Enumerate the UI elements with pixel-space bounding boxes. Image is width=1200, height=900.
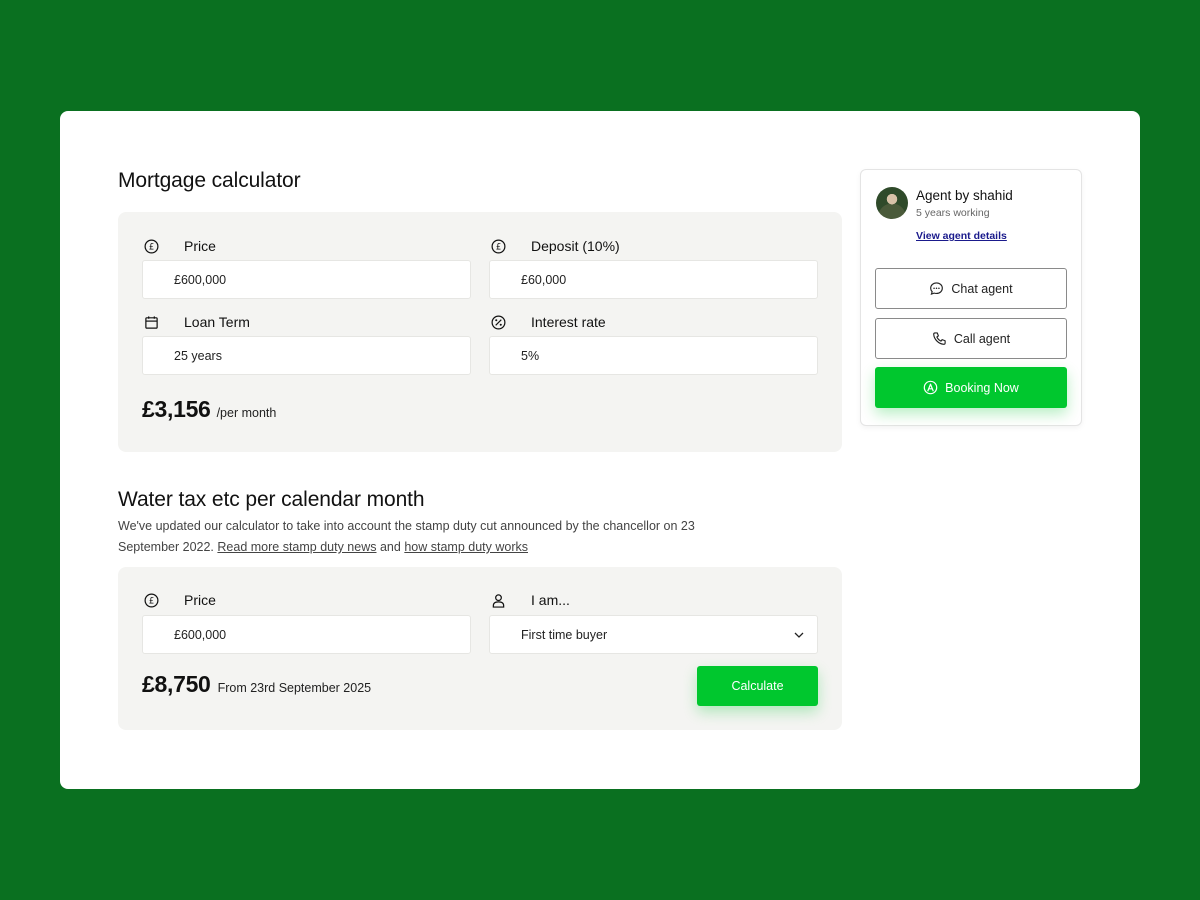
- chat-icon: [929, 281, 944, 296]
- water-price-label: £ Price: [143, 592, 216, 608]
- price-label-text: Price: [184, 238, 216, 254]
- chat-agent-button[interactable]: Chat agent: [875, 268, 1067, 309]
- loan-term-label: Loan Term: [143, 314, 250, 330]
- stamp-duty-news-link[interactable]: Read more stamp duty news: [217, 540, 376, 554]
- water-tax-panel: £ Price £600,000 I am... First time buye…: [118, 567, 842, 730]
- main-card: Mortgage calculator £ Price £600,000 £ D…: [60, 111, 1140, 789]
- how-stamp-duty-works-link[interactable]: how stamp duty works: [404, 540, 528, 554]
- mortgage-title: Mortgage calculator: [118, 169, 301, 192]
- chevron-down-icon: [793, 629, 805, 644]
- view-agent-details-link[interactable]: View agent details: [916, 230, 1007, 242]
- interest-label: Interest rate: [490, 314, 606, 330]
- svg-text:£: £: [148, 241, 153, 251]
- booking-now-label: Booking Now: [945, 380, 1019, 395]
- monthly-suffix: /per month: [216, 406, 277, 420]
- booking-now-button[interactable]: Booking Now: [875, 367, 1067, 408]
- water-tax-amount: £8,750: [142, 671, 211, 697]
- price-input[interactable]: £600,000: [142, 260, 471, 299]
- buyer-type-select[interactable]: First time buyer: [489, 615, 818, 654]
- calendar-icon: [143, 314, 159, 330]
- agent-experience: 5 years working: [916, 207, 990, 219]
- water-tax-note: From 23rd September 2025: [217, 681, 372, 695]
- interest-input[interactable]: 5%: [489, 336, 818, 375]
- loan-term-input[interactable]: 25 years: [142, 336, 471, 375]
- phone-icon: [932, 331, 947, 346]
- pound-icon: £: [143, 592, 159, 608]
- avatar: [876, 187, 908, 219]
- svg-text:£: £: [495, 241, 500, 251]
- deposit-label: £ Deposit (10%): [490, 238, 620, 254]
- iam-label-text: I am...: [531, 592, 570, 608]
- mortgage-panel: £ Price £600,000 £ Deposit (10%) £60,000…: [118, 212, 842, 452]
- water-price-input[interactable]: £600,000: [142, 615, 471, 654]
- buyer-type-value: First time buyer: [521, 627, 608, 642]
- booking-icon: [923, 380, 938, 395]
- pound-icon: £: [490, 238, 506, 254]
- percent-icon: [490, 314, 506, 330]
- call-agent-button[interactable]: Call agent: [875, 318, 1067, 359]
- deposit-input[interactable]: £60,000: [489, 260, 818, 299]
- svg-text:£: £: [148, 595, 153, 605]
- price-label: £ Price: [143, 238, 216, 254]
- monthly-amount: £3,156: [142, 396, 211, 422]
- iam-label: I am...: [490, 592, 570, 608]
- pound-icon: £: [143, 238, 159, 254]
- agent-name: Agent by shahid: [916, 188, 1013, 203]
- deposit-label-text: Deposit (10%): [531, 238, 620, 254]
- interest-label-text: Interest rate: [531, 314, 606, 330]
- calculate-button[interactable]: Calculate: [697, 666, 818, 706]
- call-agent-label: Call agent: [953, 331, 1011, 346]
- stamp-duty-description: We've updated our calculator to take int…: [118, 516, 728, 558]
- water-tax-title: Water tax etc per calendar month: [118, 488, 425, 511]
- loan-term-label-text: Loan Term: [184, 314, 250, 330]
- agent-card: Agent by shahid 5 years working View age…: [860, 169, 1082, 426]
- water-tax-result: £8,750 From 23rd September 2025: [142, 671, 371, 698]
- chat-agent-label: Chat agent: [951, 281, 1013, 296]
- user-icon: [490, 592, 506, 608]
- water-price-label-text: Price: [184, 592, 216, 608]
- description-joiner: and: [379, 540, 401, 554]
- monthly-result: £3,156 /per month: [142, 396, 276, 423]
